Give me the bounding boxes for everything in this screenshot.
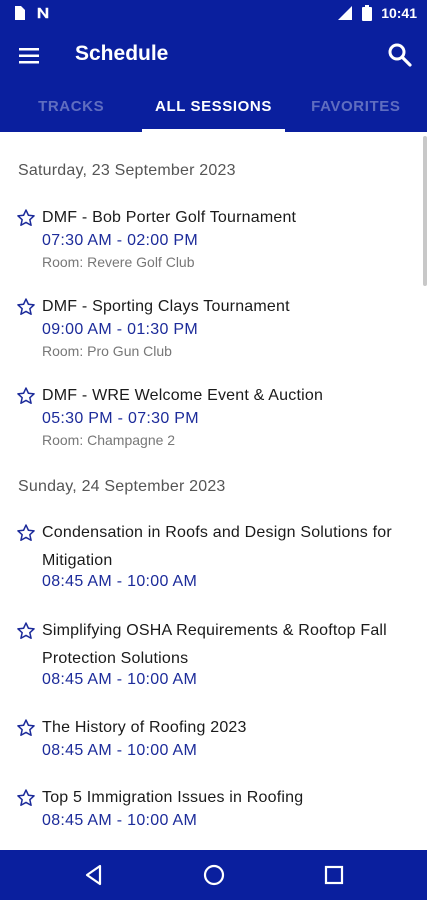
day-header: Sunday, 24 September 2023 xyxy=(18,478,226,495)
session-time: 08:45 AM - 10:00 AM xyxy=(42,812,198,829)
n-notification-icon xyxy=(37,7,49,19)
session-title: Condensation in Roofs and Design Solutio… xyxy=(42,524,392,569)
menu-icon[interactable] xyxy=(16,42,44,70)
system-nav-bar xyxy=(0,850,427,900)
session-time: 09:00 AM - 01:30 PM xyxy=(42,321,199,338)
session-title: Top 5 Immigration Issues in Roofing xyxy=(42,789,304,806)
session-title: DMF - WRE Welcome Event & Auction xyxy=(42,387,324,404)
app-bar: Schedule xyxy=(0,28,427,82)
scrollbar[interactable] xyxy=(423,136,427,286)
session-time: 08:45 AM - 10:00 AM xyxy=(42,671,198,688)
battery-icon xyxy=(362,5,373,21)
star-outline-icon[interactable] xyxy=(16,386,36,406)
status-time: 10:41 xyxy=(381,5,417,21)
session-title: The History of Roofing 2023 xyxy=(42,719,247,736)
star-outline-icon[interactable] xyxy=(16,788,36,808)
session-time: 07:30 AM - 02:00 PM xyxy=(42,232,199,249)
star-outline-icon[interactable] xyxy=(16,208,36,228)
star-outline-icon[interactable] xyxy=(16,297,36,317)
session-time: 08:45 AM - 10:00 AM xyxy=(42,573,198,590)
session-room: Room: Revere Golf Club xyxy=(42,254,195,270)
search-icon[interactable] xyxy=(385,40,415,70)
session-title: DMF - Sporting Clays Tournament xyxy=(42,298,290,315)
home-icon[interactable] xyxy=(202,863,226,887)
star-outline-icon[interactable] xyxy=(16,523,36,543)
star-outline-icon[interactable] xyxy=(16,718,36,738)
session-time: 05:30 PM - 07:30 PM xyxy=(42,410,199,427)
recents-icon[interactable] xyxy=(322,863,346,887)
star-outline-icon[interactable] xyxy=(16,621,36,641)
tab-favorites[interactable]: FAVORITES xyxy=(285,82,427,132)
day-header: Saturday, 23 September 2023 xyxy=(18,162,236,179)
session-time: 08:45 AM - 10:00 AM xyxy=(42,742,198,759)
session-room: Room: Champagne 2 xyxy=(42,432,176,448)
session-room: Room: Pro Gun Club xyxy=(42,343,172,359)
status-bar: 10:41 xyxy=(0,0,427,28)
tab-bar: TRACKS ALL SESSIONS FAVORITES xyxy=(0,82,427,132)
back-icon[interactable] xyxy=(82,863,106,887)
sim-card-icon xyxy=(15,6,25,20)
page-title: Schedule xyxy=(75,42,169,65)
session-title: Simplifying OSHA Requirements & Rooftop … xyxy=(42,622,387,667)
session-title: DMF - Bob Porter Golf Tournament xyxy=(42,209,297,226)
tab-tracks[interactable]: TRACKS xyxy=(0,82,142,132)
tab-all-sessions[interactable]: ALL SESSIONS xyxy=(142,82,285,132)
signal-icon xyxy=(338,6,353,20)
session-list[interactable]: Saturday, 23 September 2023 DMF - Bob Po… xyxy=(0,132,427,850)
